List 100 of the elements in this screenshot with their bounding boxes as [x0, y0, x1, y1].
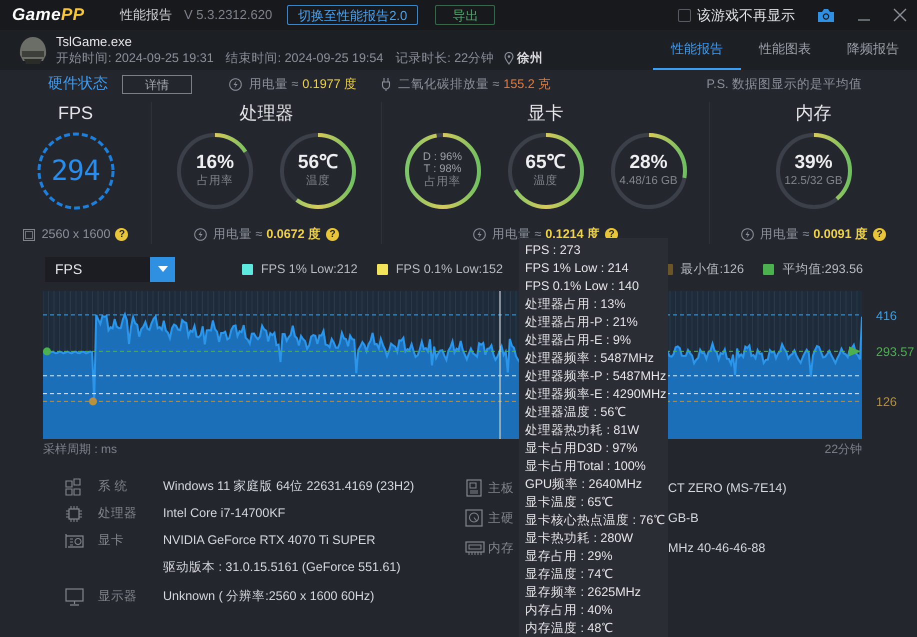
- app-title: 性能报告: [120, 6, 172, 24]
- tooltip-line: FPS 1% Low : 214: [525, 260, 630, 277]
- tooltip-line: 显卡占用Total : 100%: [525, 458, 647, 475]
- tooltip-line: 处理器占用 : 13%: [525, 296, 626, 313]
- legend-label: 平均值:293.56: [782, 260, 863, 278]
- tooltip-line: FPS 0.1% Low : 140: [525, 278, 640, 295]
- duration-label: 记录时长: 22分钟: [395, 50, 494, 66]
- tooltip-line: 内存占用 : 40%: [525, 602, 614, 619]
- tooltip-line: 显卡占用D3D : 97%: [525, 440, 638, 457]
- tooltip-line: 处理器频率 : 5487MHz: [525, 350, 655, 367]
- gauge-label: 4.48/16 GB: [619, 174, 678, 190]
- panel-title: 处理器: [240, 102, 294, 124]
- graphics-card-icon: [65, 532, 85, 550]
- tooltip-line: 处理器频率-E : 4290MHz: [525, 386, 668, 403]
- co2-value: 155.2 克: [503, 76, 552, 93]
- gauge-label: 占用率: [197, 174, 233, 190]
- tooltip-line: 处理器占用-P : 21%: [525, 314, 639, 331]
- app-logo: GamePP: [12, 4, 86, 26]
- export-button[interactable]: 导出: [435, 5, 496, 25]
- lightning-icon: [472, 228, 486, 242]
- tab[interactable]: 降频报告: [829, 30, 917, 70]
- power-label: 用电量 ≈: [212, 226, 262, 244]
- tooltip-line: FPS : 273: [525, 242, 582, 259]
- memory-module-icon: [465, 539, 485, 557]
- gauge-value: 16%: [196, 152, 234, 174]
- tooltip-line: 显存占用 : 29%: [525, 548, 614, 565]
- tab[interactable]: 性能图表: [741, 30, 829, 70]
- section-title: 硬件状态: [48, 74, 108, 94]
- tab[interactable]: 性能报告: [653, 30, 741, 70]
- tooltip-line: 显存频率 : 2625MHz: [525, 584, 642, 601]
- chip-icon: [65, 504, 85, 522]
- reference-value: 293.57: [876, 344, 914, 362]
- lightning-icon: [740, 228, 754, 242]
- axis-label: 22分钟: [824, 441, 862, 458]
- location-label: 徐州: [517, 50, 544, 66]
- checkbox[interactable]: [678, 8, 691, 22]
- tooltip-line: 显卡温度 : 65℃: [525, 494, 614, 511]
- power-label: 用电量 ≈: [760, 226, 810, 244]
- gauge-value: 28%: [629, 152, 668, 174]
- reference-value: 416: [876, 308, 897, 325]
- tooltip-line: 处理器热功耗 : 81W: [525, 422, 640, 439]
- co2-label: 二氧化碳排放量 ≈: [398, 76, 500, 93]
- lightning-icon: [229, 78, 242, 90]
- screen-size-icon: [22, 228, 35, 241]
- gauge-value: 39%: [794, 152, 833, 174]
- legend-label: 最小值:126: [680, 260, 744, 278]
- info-value: MHz 40-46-46-88: [668, 540, 766, 557]
- info-label: 显卡: [98, 533, 124, 548]
- info-label: 主板: [488, 480, 514, 495]
- info-value: Windows 11 家庭版 64位 22631.4169 (23H2): [163, 478, 414, 496]
- resolution-label: 2560 x 1600: [42, 226, 110, 244]
- power-value: 0.0091 度: [813, 226, 868, 244]
- start-time: 开始时间: 2024-09-25 19:31: [56, 50, 214, 66]
- gauge-label: 温度: [534, 174, 558, 190]
- checkbox-label: 该游戏不再显示: [697, 6, 795, 24]
- panel-title: 显卡: [528, 102, 564, 124]
- tooltip-line: 显卡核心热点温度 : 76℃: [525, 512, 666, 529]
- help-icon[interactable]: ?: [326, 228, 340, 242]
- power-value: 0.1977 度: [302, 76, 358, 93]
- info-value: GB-B: [668, 510, 699, 527]
- version-label: V 5.3.2312.620: [184, 6, 272, 24]
- tooltip-line: 处理器占用-E : 9%: [525, 332, 632, 349]
- fps-value: 294: [51, 152, 100, 189]
- camera-icon[interactable]: [817, 8, 835, 22]
- tooltip-line: GPU频率 : 2640MHz: [525, 476, 644, 493]
- arrow-marker: [849, 346, 861, 356]
- panel-title: FPS: [58, 102, 93, 124]
- reference-value: 126: [876, 394, 897, 412]
- info-label: 主硬: [488, 510, 514, 525]
- tooltip-line: 显存温度 : 74℃: [525, 566, 614, 583]
- tooltip-line: 处理器温度 : 56℃: [525, 404, 628, 421]
- gauge-value: 56℃: [298, 152, 338, 174]
- info-label: 显示器: [98, 589, 137, 604]
- help-icon[interactable]: ?: [873, 228, 886, 242]
- lightning-icon: [194, 228, 207, 242]
- tooltip-line: 内存温度 : 48℃: [525, 620, 614, 637]
- close-icon[interactable]: [893, 8, 907, 22]
- caret-icon: [158, 266, 168, 272]
- legend-label: FPS 0.1% Low:152: [396, 260, 503, 278]
- info-value: CT ZERO (MS-7E14): [668, 480, 787, 497]
- axis-label: 采样周期 : ms: [43, 441, 117, 458]
- legend-label: FPS 1% Low:212: [261, 260, 358, 278]
- info-value: 驱动版本 : 31.0.15.5161 (GeForce 551.61): [163, 559, 401, 576]
- details-button[interactable]: 详情: [122, 74, 192, 94]
- monitor-icon: [65, 588, 85, 606]
- plug-icon: [381, 77, 392, 91]
- tooltip-line: 处理器频率-P : 5487MHz: [525, 368, 668, 385]
- gauge-label: 占用率: [424, 175, 460, 190]
- exe-name: TslGame.exe: [56, 34, 133, 50]
- note-text: P.S. 数据图显示的是平均值: [706, 76, 862, 93]
- info-label: 内存: [488, 540, 514, 555]
- info-value: NVIDIA GeForce RTX 4070 Ti SUPER: [163, 532, 376, 550]
- metric-dropdown[interactable]: FPS: [45, 256, 175, 282]
- switch-report-button[interactable]: 切换至性能报告2.0: [287, 5, 418, 25]
- gauge-label: 12.5/32 GB: [784, 174, 843, 190]
- panel-title: 内存: [796, 102, 832, 124]
- help-icon[interactable]: ?: [115, 228, 128, 242]
- location-pin-icon: [504, 52, 514, 64]
- info-value: Unknown ( 分辨率:2560 x 1600 60Hz): [163, 588, 374, 606]
- info-value: Intel Core i7-14700KF: [163, 505, 286, 522]
